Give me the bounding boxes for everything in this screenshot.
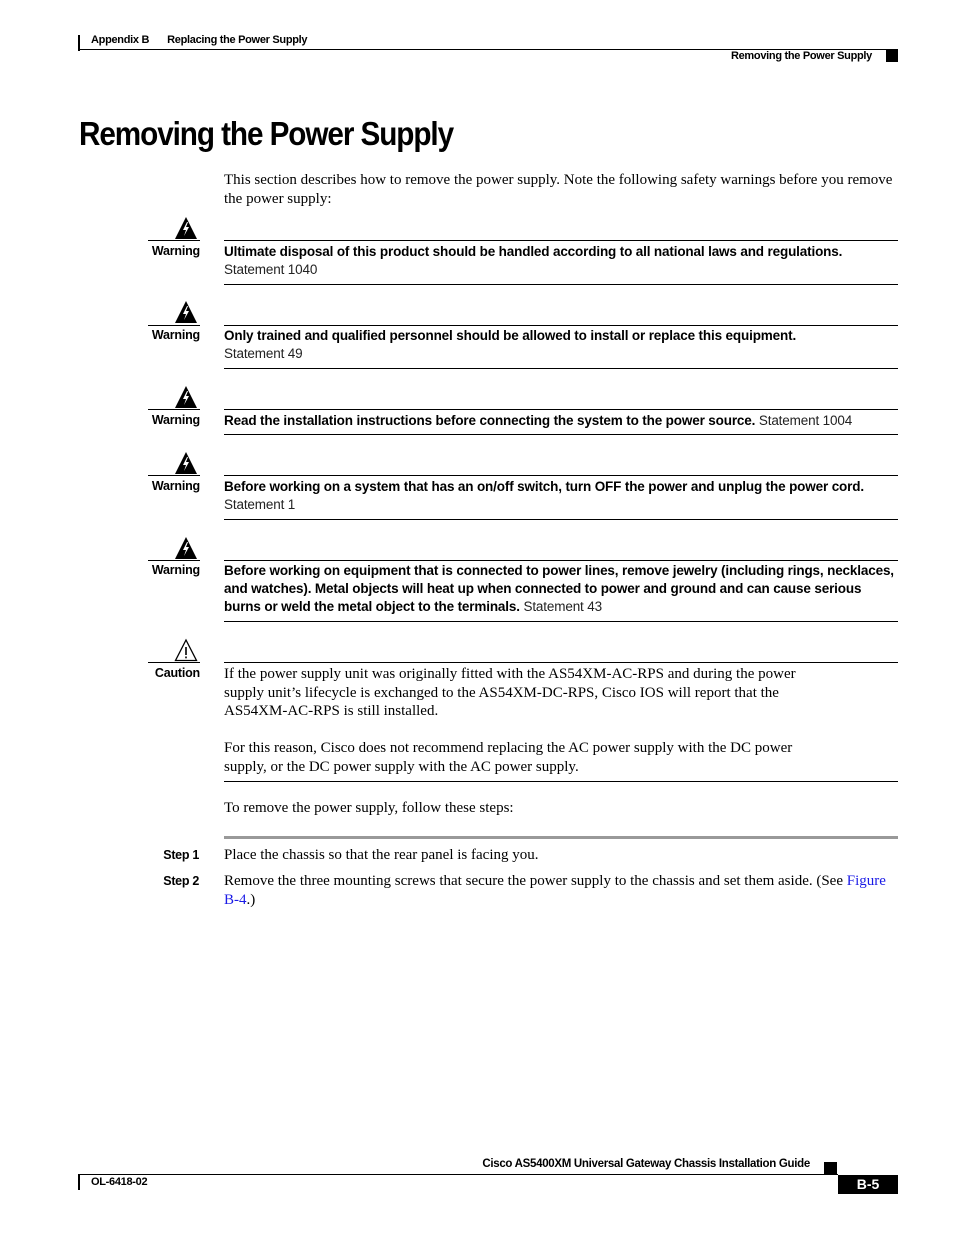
- warning-shock-icon: [175, 301, 197, 323]
- footer-left-bar: [78, 1174, 80, 1190]
- running-header-left: Appendix B Replacing the Power Supply: [91, 34, 308, 46]
- warning-statement: Statement 49: [224, 346, 303, 361]
- warning-bottom-rule: [224, 519, 898, 520]
- footer-page-number: B-5: [838, 1175, 898, 1194]
- header-section: Removing the Power Supply: [730, 50, 872, 62]
- caution-top-rule: [224, 662, 898, 663]
- warning-top-rule: [224, 409, 898, 410]
- warning-text: Read the installation instructions befor…: [224, 412, 900, 430]
- warning-bottom-rule: [224, 284, 898, 285]
- step-label: Step 2: [163, 874, 199, 888]
- warning-shock-icon: [175, 217, 197, 239]
- label-rule: [148, 560, 200, 561]
- warning-text: Before working on a system that has an o…: [224, 478, 900, 514]
- caution-bottom-rule: [224, 781, 898, 782]
- caution-exclamation-icon: [174, 638, 198, 662]
- warning-message: Ultimate disposal of this product should…: [224, 244, 843, 259]
- warning-shock-icon: [175, 537, 197, 559]
- caution-paragraph-2: For this reason, Cisco does not recommen…: [224, 740, 793, 775]
- page-title: Removing the Power Supply: [79, 115, 454, 152]
- warning-label: Warning: [151, 244, 200, 258]
- label-rule: [148, 325, 200, 326]
- warning-label: Warning: [151, 328, 200, 342]
- warning-shock-icon: [175, 452, 197, 474]
- step-text: Remove the three mounting screws that se…: [224, 872, 900, 910]
- header-appendix: Appendix B: [91, 34, 150, 46]
- warning-top-rule: [224, 325, 898, 326]
- step-text-tail: .): [246, 892, 256, 908]
- intro-paragraph: This section describes how to remove the…: [224, 172, 893, 207]
- caution-label: Caution: [154, 666, 200, 680]
- warning-message: Before working on a system that has an o…: [224, 479, 864, 494]
- label-rule: [148, 240, 200, 241]
- header-chapter: Replacing the Power Supply: [167, 34, 308, 46]
- footer-guide-title: Cisco AS5400XM Universal Gateway Chassis…: [482, 1158, 810, 1170]
- header-marker: [886, 50, 898, 62]
- warning-bottom-rule: [224, 621, 898, 622]
- step-text: Place the chassis so that the rear panel…: [224, 847, 539, 863]
- warning-shock-icon: [175, 386, 197, 408]
- footer-doc-number: OL-6418-02: [91, 1176, 148, 1188]
- warning-statement: Statement 1: [224, 497, 296, 512]
- warning-text: Only trained and qualified personnel sho…: [224, 327, 900, 363]
- warning-top-rule: [224, 240, 898, 241]
- label-rule: [148, 662, 200, 663]
- warning-top-rule: [224, 475, 898, 476]
- warning-bottom-rule: [224, 434, 898, 435]
- warning-bottom-rule: [224, 368, 898, 369]
- footer-rule: [78, 1174, 838, 1175]
- steps-intro: To remove the power supply, follow these…: [224, 800, 514, 816]
- warning-text: Before working on equipment that is conn…: [224, 562, 900, 616]
- warning-top-rule: [224, 560, 898, 561]
- step-text-body: Remove the three mounting screws that se…: [224, 873, 847, 889]
- label-rule: [148, 409, 200, 410]
- warning-label: Warning: [151, 479, 200, 493]
- warning-label: Warning: [151, 413, 200, 427]
- caution-paragraph-1: If the power supply unit was originally …: [224, 666, 796, 719]
- procedure-rule: [224, 836, 898, 839]
- warning-statement: Statement 43: [523, 599, 602, 614]
- warning-text: Ultimate disposal of this product should…: [224, 243, 900, 279]
- warning-message: Only trained and qualified personnel sho…: [224, 328, 797, 343]
- warning-statement: Statement 1004: [758, 413, 853, 428]
- label-rule: [148, 475, 200, 476]
- warning-label: Warning: [151, 563, 200, 577]
- warning-message: Read the installation instructions befor…: [224, 413, 756, 428]
- step-label: Step 1: [163, 848, 199, 862]
- warning-statement: Statement 1040: [224, 262, 318, 277]
